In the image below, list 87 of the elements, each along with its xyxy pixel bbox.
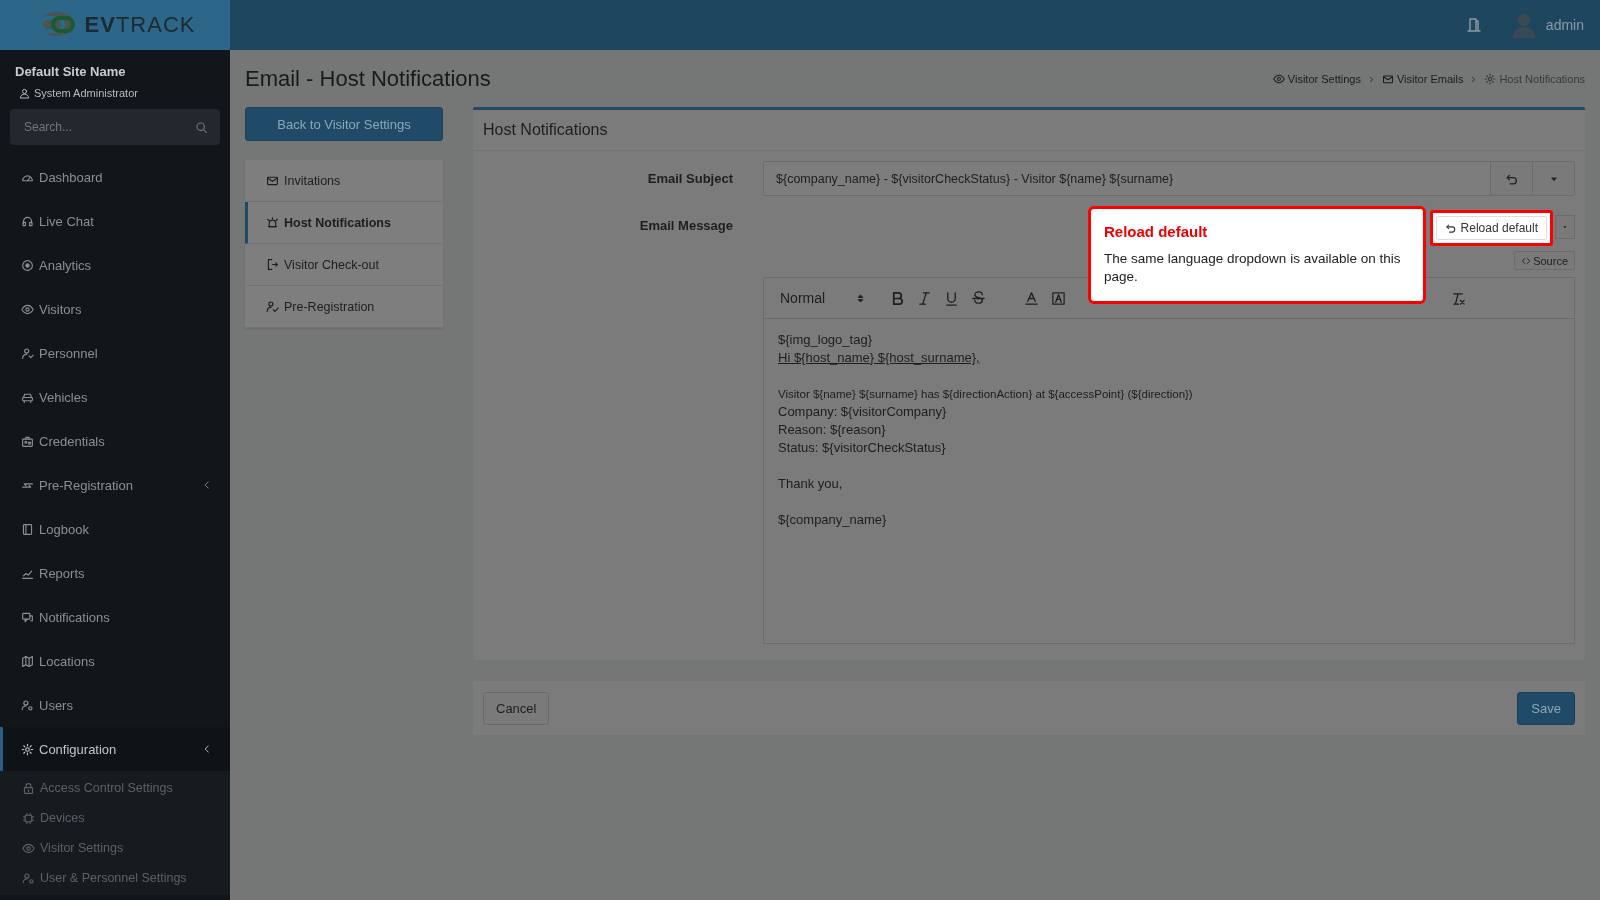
lock-icon: [22, 781, 35, 795]
dropdown-button[interactable]: [1532, 162, 1574, 195]
sidebar-item[interactable]: Notifications: [0, 595, 230, 639]
alarm-icon: [266, 216, 279, 229]
site-name: Default Site Name: [15, 64, 127, 79]
book-icon: [21, 522, 34, 536]
page-title: Email - Host Notifications: [245, 66, 491, 92]
envelope-icon: [266, 174, 279, 187]
field-label: Email Message: [638, 217, 733, 235]
submenu-item[interactable]: Access Control Settings: [0, 773, 230, 803]
message-line: Company: ${visitorCompany}: [778, 403, 948, 421]
avatar-icon[interactable]: [1511, 12, 1536, 38]
user-role: System Administrator: [34, 87, 138, 99]
sidebar-item[interactable]: Pre-Registration: [0, 463, 230, 507]
email-tab[interactable]: Invitations: [245, 160, 443, 202]
field-label: Email Subject: [646, 170, 733, 188]
message-line: Status: ${visitorCheckStatus}: [778, 439, 947, 457]
chevron-icon: [202, 480, 212, 490]
exit-icon: [266, 258, 279, 271]
message-line: Reason: ${reason}: [778, 421, 887, 439]
map-icon: [21, 654, 34, 668]
source-button[interactable]: Source: [1514, 251, 1575, 270]
message-line: Visitor ${name} ${surname} has ${directionAction} at ${accessPoint} (${direction}): [778, 387, 1194, 402]
eye-icon: [1272, 73, 1285, 85]
tooltip-title: Reload default: [1104, 223, 1209, 240]
undo-icon: [1444, 222, 1457, 234]
sidebar-item[interactable]: Vehicles: [0, 375, 230, 419]
dropdown-button[interactable]: [1555, 215, 1575, 239]
bold-icon: [890, 290, 906, 306]
code-icon: [1521, 255, 1532, 266]
sidebar-item[interactable]: Locations: [0, 639, 230, 683]
person-icon: [21, 346, 34, 360]
strikethrough-icon: [971, 290, 987, 306]
format-select[interactable]: Normal: [780, 290, 867, 306]
eye-icon: [21, 302, 34, 316]
email-tab[interactable]: Host Notifications: [245, 202, 443, 244]
submenu-item[interactable]: Visitor Settings: [0, 833, 230, 863]
chip-icon: [22, 811, 35, 825]
sidebar-item[interactable]: Visitors: [0, 287, 230, 331]
submenu-item[interactable]: Devices: [0, 803, 230, 833]
door-icon: [1465, 17, 1482, 33]
headset-icon: [21, 214, 34, 228]
message-line: ${img_logo_tag}: [778, 331, 873, 349]
email-tab[interactable]: Visitor Check-out: [245, 244, 443, 286]
sidebar-item[interactable]: Logbook: [0, 507, 230, 551]
clear-format-icon: [1451, 290, 1466, 306]
breadcrumb-link[interactable]: Visitor Emails: [1381, 73, 1464, 85]
sidebar-item[interactable]: Personnel: [0, 331, 230, 375]
breadcrumb-link[interactable]: Visitor Settings: [1272, 73, 1361, 85]
search-box[interactable]: Search...: [10, 109, 220, 145]
message-line: ${company_name}: [778, 511, 888, 529]
sidebar-item[interactable]: Live Chat: [0, 199, 230, 243]
cancel-button[interactable]: Cancel: [483, 691, 550, 725]
back-button[interactable]: Back to Visitor Settings: [245, 107, 443, 141]
tooltip-text: The same language dropdown is available on this page.: [1104, 250, 1402, 286]
search-icon: [195, 120, 208, 134]
envelope-icon: [1381, 73, 1394, 85]
message-line: Thank you,: [778, 475, 844, 493]
card-title: Host Notifications: [483, 121, 608, 139]
person-icon: [19, 87, 30, 99]
sidebar-item[interactable]: Users: [0, 683, 230, 727]
users-gear-icon: [21, 698, 34, 712]
eye-icon: [22, 841, 35, 855]
italic-icon: [917, 290, 933, 306]
email-tab[interactable]: Pre-Registration: [245, 286, 443, 328]
highlight-icon: [1051, 290, 1067, 306]
sidebar-item[interactable]: Credentials: [0, 419, 230, 463]
underline-icon: [944, 290, 960, 306]
reload-default-button[interactable]: Reload default: [1435, 216, 1547, 240]
logo-text: EVTRACK: [84, 12, 196, 38]
submenu-item[interactable]: User & Personnel Settings: [0, 863, 230, 893]
sidebar-item[interactable]: Reports: [0, 551, 230, 595]
save-button[interactable]: Save: [1517, 691, 1575, 725]
id-card-icon: [21, 434, 34, 448]
sidebar-item[interactable]: Dashboard: [0, 155, 230, 199]
text-color-icon: [1024, 290, 1040, 306]
chevron-icon: [202, 744, 212, 754]
chat-icon: [21, 610, 34, 624]
search-field[interactable]: Search...: [22, 119, 195, 135]
person-check-icon: [266, 300, 279, 313]
message-line: Hi ${host_name} ${host_surname},: [778, 349, 981, 367]
users-gear-icon: [22, 871, 35, 885]
breadcrumb-link[interactable]: Host Notifications: [1484, 73, 1585, 85]
subject-field[interactable]: ${company_name} - ${visitorCheckStatus} - Visitor ${name} ${surname}: [763, 161, 1575, 196]
target-icon: [21, 258, 34, 272]
user-name[interactable]: admin: [1545, 17, 1584, 33]
sidebar-item[interactable]: Analytics: [0, 243, 230, 287]
